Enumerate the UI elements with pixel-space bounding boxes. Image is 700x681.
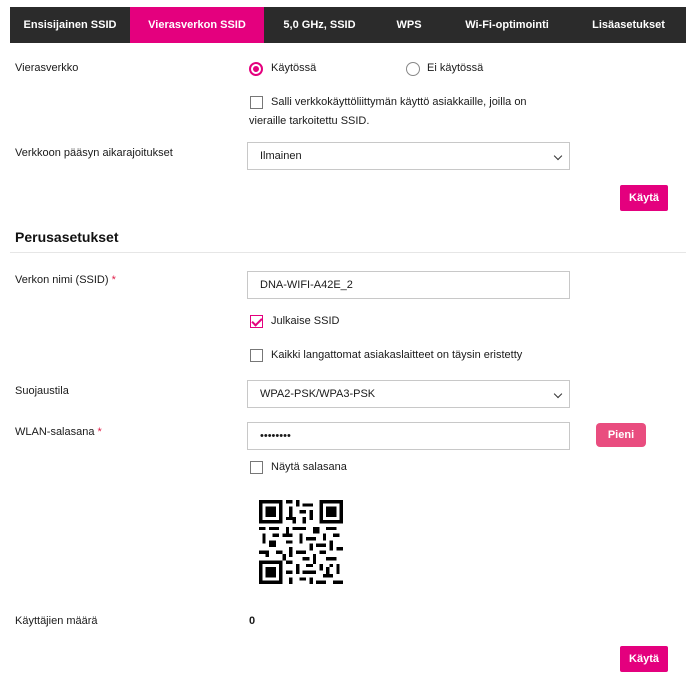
show-password-label: Näytä salasana <box>271 461 347 473</box>
ssid-label: Verkon nimi (SSID) * <box>15 274 116 286</box>
qr-code-image <box>259 500 343 584</box>
guest-on-radio[interactable] <box>249 62 263 76</box>
tab-wps[interactable]: WPS <box>375 7 443 43</box>
password-input[interactable]: •••••••• <box>247 422 570 450</box>
tab-bar: Ensisijainen SSID Vierasverkon SSID 5,0 … <box>10 7 686 43</box>
chevron-down-icon <box>553 389 563 399</box>
password-label-text: WLAN-salasana <box>15 426 95 438</box>
required-mark: * <box>97 426 102 438</box>
user-count-value: 0 <box>249 615 256 627</box>
apply-button-top[interactable]: Käytä <box>620 185 668 211</box>
allow-web-ui-checkbox[interactable] <box>250 96 263 109</box>
guest-on-label[interactable]: Käytössä <box>271 62 316 74</box>
guest-off-radio[interactable] <box>406 62 420 76</box>
show-password-checkbox[interactable] <box>250 461 263 474</box>
required-mark: * <box>111 274 116 286</box>
tab-primary-ssid[interactable]: Ensisijainen SSID <box>10 7 130 43</box>
ssid-input[interactable]: DNA-WIFI-A42E_2 <box>247 271 570 299</box>
guest-off-label[interactable]: Ei käytössä <box>427 62 483 74</box>
security-mode-value: WPA2-PSK/WPA3-PSK <box>260 388 376 400</box>
tab-wifi-optimization[interactable]: Wi-Fi-optimointi <box>443 7 571 43</box>
password-label: WLAN-salasana * <box>15 426 102 438</box>
publish-ssid-label: Julkaise SSID <box>271 315 340 327</box>
section-divider <box>10 252 686 253</box>
apply-button-bottom[interactable]: Käytä <box>620 646 668 672</box>
isolate-clients-checkbox[interactable] <box>250 349 263 362</box>
isolate-clients-label: Kaikki langattomat asiakaslaitteet on tä… <box>271 349 523 361</box>
password-strength-button[interactable]: Pieni <box>596 423 646 447</box>
time-limit-select[interactable]: Ilmainen <box>247 142 570 170</box>
ssid-label-text: Verkon nimi (SSID) <box>15 274 109 286</box>
allow-web-ui-label-line2: vieraille tarkoitettu SSID. <box>249 115 370 127</box>
tab-5ghz-ssid[interactable]: 5,0 GHz, SSID <box>264 7 375 43</box>
password-input-value: •••••••• <box>260 430 291 442</box>
allow-web-ui-label-line1: Salli verkkokäyttöliittymän käyttö asiak… <box>271 96 527 108</box>
tab-advanced[interactable]: Lisäasetukset <box>571 7 686 43</box>
ssid-input-value: DNA-WIFI-A42E_2 <box>260 279 353 291</box>
security-mode-select[interactable]: WPA2-PSK/WPA3-PSK <box>247 380 570 408</box>
chevron-down-icon <box>553 151 563 161</box>
tab-guest-ssid[interactable]: Vierasverkon SSID <box>130 7 264 43</box>
user-count-label: Käyttäjien määrä <box>15 615 98 627</box>
basic-settings-title: Perusasetukset <box>15 229 119 245</box>
time-limit-label: Verkkoon pääsyn aikarajoitukset <box>15 147 173 159</box>
publish-ssid-checkbox[interactable] <box>250 315 263 328</box>
guest-network-label: Vierasverkko <box>15 62 79 74</box>
time-limit-value: Ilmainen <box>260 150 302 162</box>
security-mode-label: Suojaustila <box>15 385 69 397</box>
